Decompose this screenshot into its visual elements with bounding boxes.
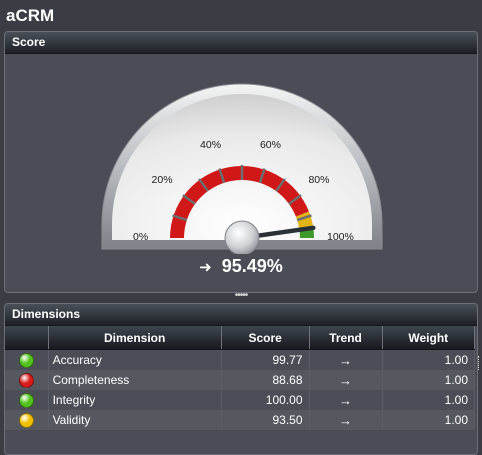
side-resize-handle[interactable] xyxy=(478,356,482,370)
table-row[interactable]: Integrity 100.00 → 1.00 xyxy=(5,390,476,410)
gauge-tick-label: 40% xyxy=(200,138,222,151)
dimension-score: 100.00 xyxy=(221,390,310,410)
column-header-status[interactable] xyxy=(5,326,49,350)
dimension-weight: 1.00 xyxy=(382,410,476,430)
dimension-weight: 1.00 xyxy=(382,370,476,390)
trend-arrow-icon: → xyxy=(309,370,383,390)
status-cell xyxy=(5,410,49,430)
score-panel-header[interactable]: Score xyxy=(5,32,477,54)
gauge-tick-label: 60% xyxy=(259,138,281,151)
dimension-score: 93.50 xyxy=(221,410,310,430)
dimension-name: Validity xyxy=(48,410,222,430)
panel-splitter[interactable]: ••••• xyxy=(0,291,482,302)
gauge-tick-label: 0% xyxy=(133,231,149,243)
yellow-status-icon xyxy=(18,412,34,428)
red-status-icon xyxy=(18,372,34,388)
dimension-name: Integrity xyxy=(48,390,222,410)
table-row[interactable]: Accuracy 99.77 → 1.00 xyxy=(5,349,476,370)
dimension-name: Completeness xyxy=(48,370,222,390)
gauge-tick-label: 80% xyxy=(308,173,330,186)
app-title: aCRM xyxy=(6,6,55,25)
trend-arrow-icon: → xyxy=(309,390,383,410)
trend-arrow-icon: → xyxy=(309,410,383,430)
dimensions-panel-header[interactable]: Dimensions xyxy=(5,304,477,326)
dimension-name: Accuracy xyxy=(48,349,222,370)
table-row[interactable]: Validity 93.50 → 1.00 xyxy=(5,410,476,430)
status-cell xyxy=(5,390,49,410)
trend-arrow-icon: → xyxy=(309,349,383,370)
dimension-score: 88.68 xyxy=(221,370,310,390)
dimension-score: 99.77 xyxy=(221,349,310,370)
score-gauge xyxy=(101,83,383,254)
status-cell xyxy=(5,370,49,390)
gauge-hub xyxy=(224,220,260,254)
column-header-dimension[interactable]: Dimension xyxy=(48,326,222,350)
column-header-score[interactable]: Score xyxy=(221,326,310,350)
green-status-icon xyxy=(18,392,34,408)
score-readout: ➜ 95.49% xyxy=(5,256,477,277)
table-header-row: Dimension Score Trend Weight xyxy=(5,326,476,350)
score-value: 95.49% xyxy=(221,256,283,276)
dimension-weight: 1.00 xyxy=(382,349,476,370)
score-panel: Score 0% 20% 40% 60% 80% 100% ➜ 95.49% xyxy=(4,31,478,293)
table-row[interactable]: Completeness 88.68 → 1.00 xyxy=(5,370,476,390)
dimensions-panel: Dimensions Dimension Score Trend Weight … xyxy=(4,303,478,455)
green-status-icon xyxy=(18,352,34,368)
dimensions-table: Dimension Score Trend Weight Accuracy 99.… xyxy=(5,326,476,430)
status-cell xyxy=(5,349,49,370)
column-header-weight[interactable]: Weight xyxy=(382,326,476,350)
gauge-tick-label: 20% xyxy=(151,173,173,186)
dimension-weight: 1.00 xyxy=(382,390,476,410)
right-arrow-icon: ➜ xyxy=(199,259,212,276)
column-header-trend[interactable]: Trend xyxy=(309,326,383,350)
gauge-tick-label: 100% xyxy=(327,231,354,243)
